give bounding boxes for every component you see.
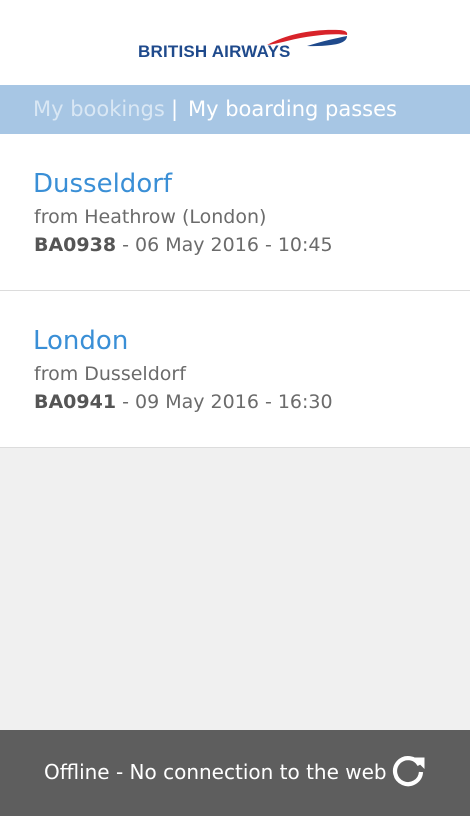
tab-my-bookings[interactable]: My bookings xyxy=(33,96,165,122)
tab-separator: | xyxy=(171,97,179,121)
destination-label: Dusseldorf xyxy=(33,169,173,199)
destination-label: London xyxy=(33,326,129,356)
app-root: BRITISH AIRWAYS My bookings | My boardin… xyxy=(0,0,470,816)
refresh-icon[interactable] xyxy=(389,753,427,791)
offline-status-bar: Offline - No connection to the web xyxy=(0,730,470,816)
tab-my-boarding-passes[interactable]: My boarding passes xyxy=(188,96,397,122)
british-airways-logo: BRITISH AIRWAYS xyxy=(137,28,349,62)
flight-date-time: - 06 May 2016 - 10:45 xyxy=(116,234,333,256)
speedmarque-icon xyxy=(267,29,348,47)
flight-details: BA0938 - 06 May 2016 - 10:45 xyxy=(34,233,333,257)
boarding-pass-item[interactable]: Dusseldorf from Heathrow (London) BA0938… xyxy=(0,134,470,291)
origin-label: from Heathrow (London) xyxy=(34,206,267,228)
boarding-pass-list: Dusseldorf from Heathrow (London) BA0938… xyxy=(0,134,470,448)
flight-details: BA0941 - 09 May 2016 - 16:30 xyxy=(34,390,333,414)
app-header: BRITISH AIRWAYS xyxy=(0,0,470,85)
flight-number: BA0941 xyxy=(34,391,117,413)
boarding-pass-item[interactable]: London from Dusseldorf BA0941 - 09 May 2… xyxy=(0,291,470,448)
flight-date-time: - 09 May 2016 - 16:30 xyxy=(116,391,333,413)
offline-message: Offline - No connection to the web xyxy=(44,760,387,784)
tab-bar: My bookings | My boarding passes xyxy=(0,85,470,134)
flight-number: BA0938 xyxy=(34,234,117,256)
origin-label: from Dusseldorf xyxy=(34,363,186,385)
